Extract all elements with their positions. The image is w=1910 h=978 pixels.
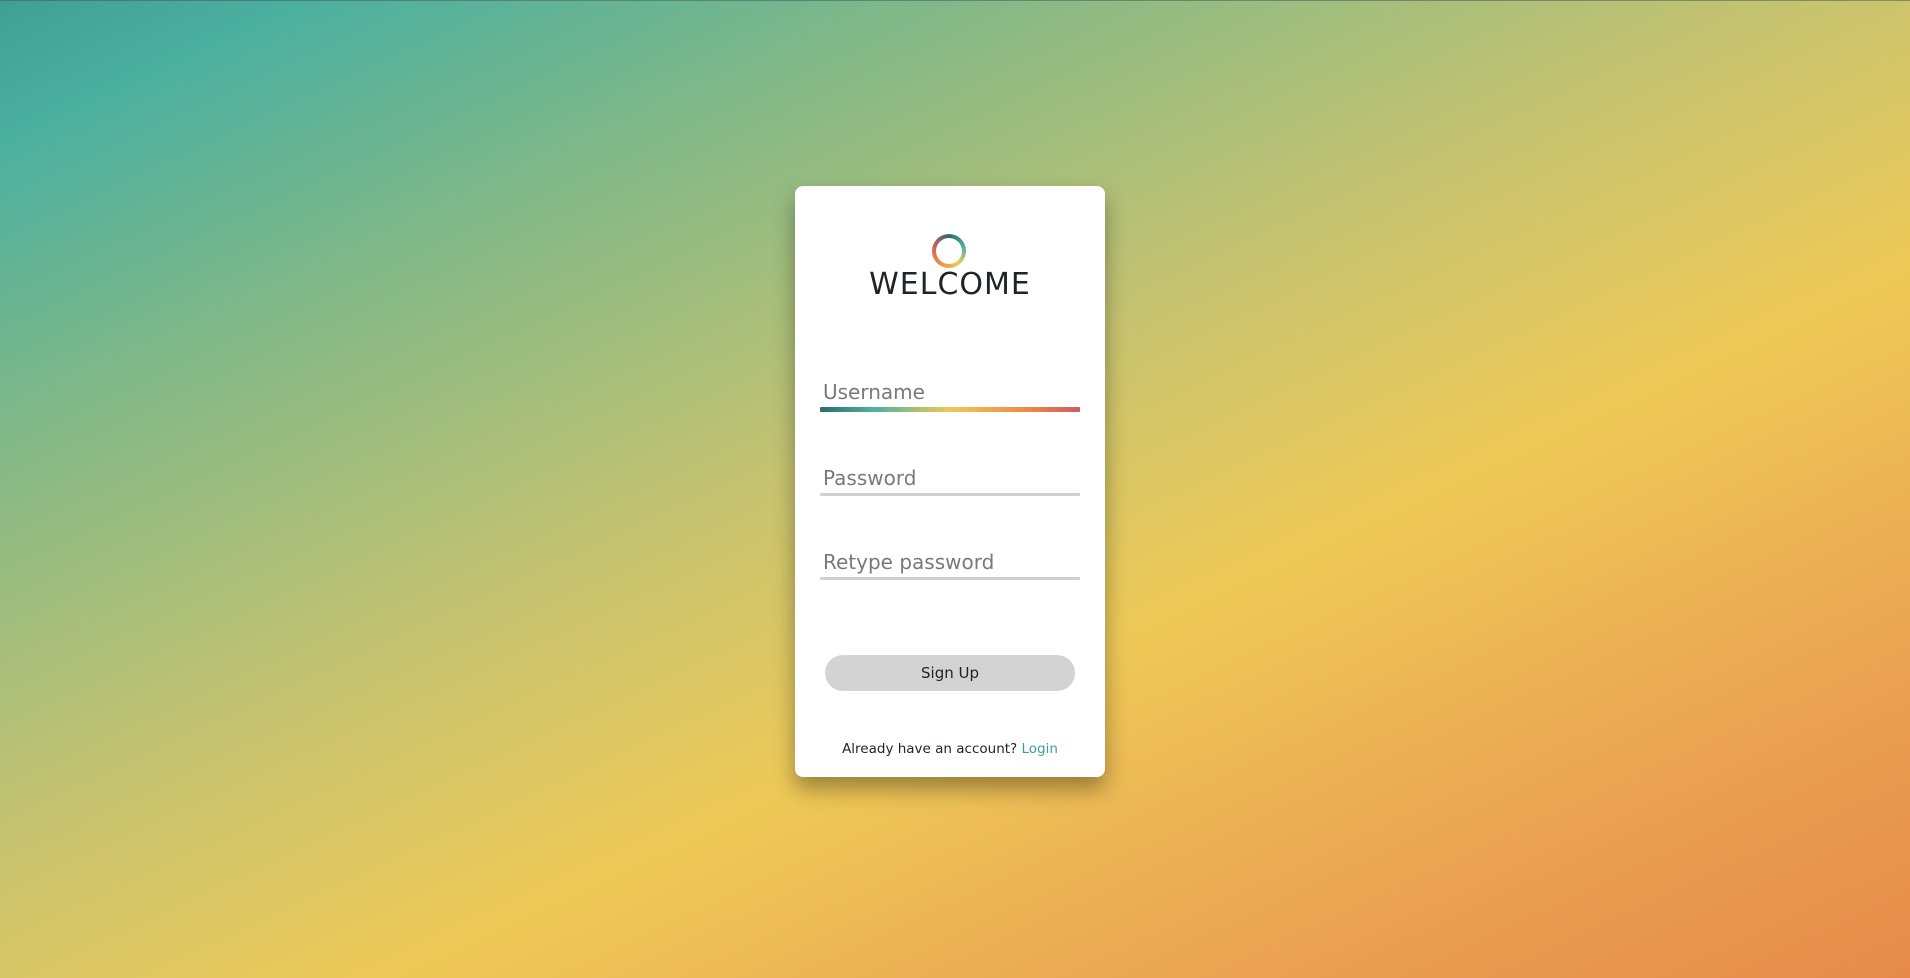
retype-password-field-group xyxy=(820,547,1080,580)
password-input[interactable] xyxy=(820,463,1080,493)
login-link[interactable]: Login xyxy=(1022,741,1058,757)
username-underline-focused xyxy=(820,407,1080,412)
top-border-line xyxy=(0,0,1910,1)
login-prompt: Already have an account? Login xyxy=(795,741,1105,757)
page-title: WELCOME xyxy=(869,267,1031,302)
password-underline xyxy=(820,493,1080,496)
signup-card: WELCOME Sign Up Already have an account?… xyxy=(795,186,1105,777)
ring-logo-icon xyxy=(932,234,966,268)
sign-up-button[interactable]: Sign Up xyxy=(825,655,1075,691)
password-field-group xyxy=(820,463,1080,496)
retype-password-underline xyxy=(820,577,1080,580)
username-input[interactable] xyxy=(820,377,1080,407)
retype-password-input[interactable] xyxy=(820,547,1080,577)
username-field-group xyxy=(820,377,1080,412)
login-prompt-text: Already have an account? xyxy=(842,741,1018,757)
